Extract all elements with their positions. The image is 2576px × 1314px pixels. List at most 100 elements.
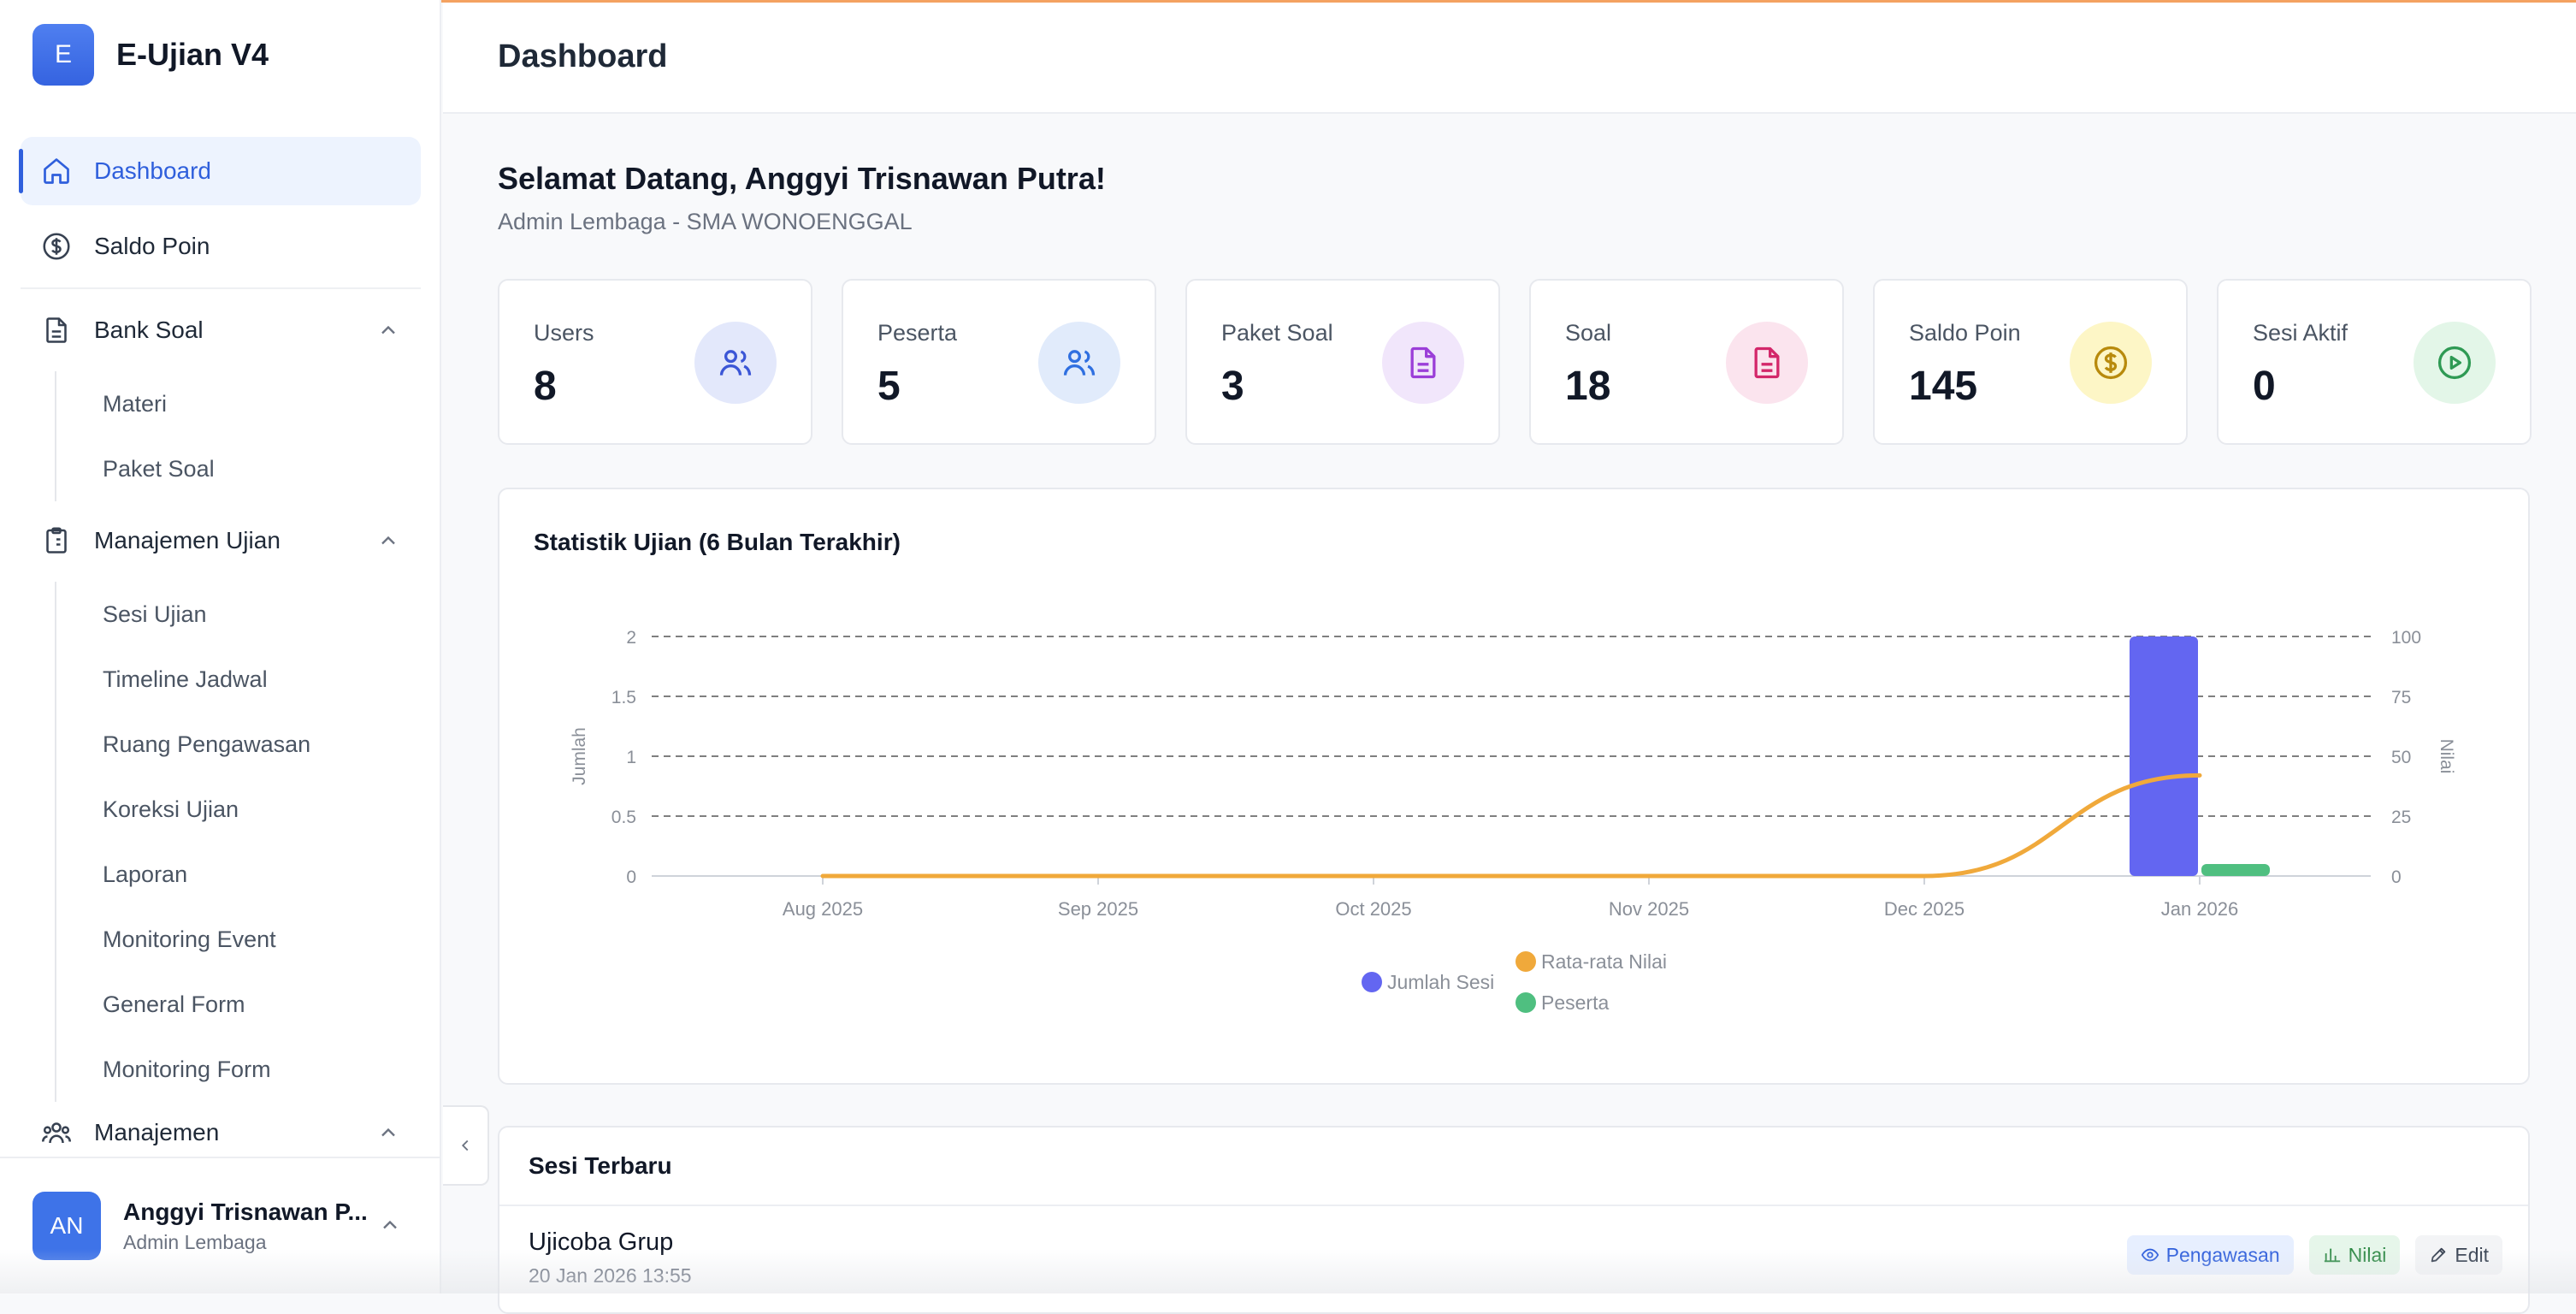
sidebar-item-paket-soal[interactable]: Paket Soal <box>56 436 441 501</box>
sidebar-item-manajemen-ujian[interactable]: Manajemen Ujian <box>21 506 421 575</box>
stat-value: 3 <box>1221 364 1244 409</box>
nilai-button[interactable]: Nilai <box>2308 1235 2401 1275</box>
recent-sessions-card: Sesi Terbaru Ujicoba Grup 20 Jan 2026 13… <box>498 1126 2530 1314</box>
legend-label-rata-rata-nilai: Rata-rata Nilai <box>1541 950 1667 973</box>
sidebar-item-general-form[interactable]: General Form <box>56 972 441 1037</box>
sidebar-item-koreksi-ujian[interactable]: Koreksi Ujian <box>56 777 441 842</box>
sidebar-item-label: Dashboard <box>94 157 211 184</box>
stat-card-sesi-aktif[interactable]: Sesi Aktif 0 <box>2217 279 2532 445</box>
bar-chart-icon <box>2324 1248 2340 1263</box>
sidebar-item-ruang-pengawasan[interactable]: Ruang Pengawasan <box>56 712 441 777</box>
dollar-circle-icon <box>43 233 70 260</box>
legend-label-jumlah-sesi: Jumlah Sesi <box>1387 971 1494 993</box>
recent-sessions-title: Sesi Terbaru <box>499 1128 2528 1206</box>
y-tick-label-left: 1.5 <box>612 688 636 707</box>
legend-marker-rata-rata-nilai <box>1515 951 1536 972</box>
sidebar-item-laporan[interactable]: Laporan <box>56 842 441 907</box>
brand[interactable]: E E-Ujian V4 <box>32 24 269 86</box>
stat-card-saldo-poin[interactable]: Saldo Poin 145 <box>1873 279 2188 445</box>
sidebar-item-dashboard[interactable]: Dashboard <box>19 137 421 205</box>
y-axis-title-left: Jumlah <box>570 727 589 785</box>
eye-icon <box>2141 1248 2159 1262</box>
stat-label: Users <box>534 320 594 346</box>
stats-row: Users 8 Peserta 5 Paket Soal 3 Soal 18 S… <box>498 279 2532 445</box>
submenu-manajemen-ujian: Sesi Ujian Timeline Jadwal Ruang Pengawa… <box>55 582 441 1102</box>
chevron-left-icon <box>461 1139 469 1151</box>
y-tick-label-right: 75 <box>2391 688 2411 707</box>
dollar-circle-icon <box>2070 322 2152 404</box>
sidebar-nav: Dashboard Saldo Poin Bank Soal Materi Pa… <box>0 137 441 1167</box>
file-text-icon <box>1726 322 1808 404</box>
y-tick-label-left: 1 <box>626 748 636 767</box>
stat-card-users[interactable]: Users 8 <box>498 279 812 445</box>
chevron-up-icon[interactable] <box>376 529 400 553</box>
sidebar-item-label: Bank Soal <box>94 317 204 343</box>
x-tick-label: Dec 2025 <box>1884 898 1964 920</box>
file-text-icon <box>1382 322 1464 404</box>
x-tick-label: Jan 2026 <box>2161 898 2239 920</box>
y-axis-title-right: Nilai <box>2437 739 2456 774</box>
pengawasan-button[interactable]: Pengawasan <box>2126 1235 2294 1275</box>
welcome-heading: Selamat Datang, Anggyi Trisnawan Putra! <box>498 161 1106 196</box>
stat-label: Peserta <box>877 320 958 346</box>
button-label: Edit <box>2455 1243 2489 1266</box>
stat-value: 0 <box>2253 364 2276 409</box>
sidebar-item-sesi-ujian[interactable]: Sesi Ujian <box>56 582 441 647</box>
stat-card-peserta[interactable]: Peserta 5 <box>842 279 1156 445</box>
page-title: Dashboard <box>498 38 668 74</box>
welcome-subtitle: Admin Lembaga - SMA WONOENGGAL <box>498 209 913 234</box>
button-label: Nilai <box>2348 1243 2387 1266</box>
edit-button[interactable]: Edit <box>2415 1235 2502 1275</box>
y-tick-label-left: 0.5 <box>612 808 636 827</box>
y-tick-label-right: 100 <box>2391 628 2421 648</box>
stat-label: Saldo Poin <box>1909 320 2021 346</box>
users-icon <box>1038 322 1120 404</box>
chart-card: Statistik Ujian (6 Bulan Terakhir) 0 0.5 1… <box>498 488 2530 1085</box>
sidebar-item-monitoring-event[interactable]: Monitoring Event <box>56 907 441 972</box>
session-name: Ujicoba Grup <box>529 1228 674 1256</box>
stat-label: Paket Soal <box>1221 320 1333 346</box>
stat-label: Soal <box>1565 320 1612 346</box>
legend-marker-jumlah-sesi <box>1362 972 1382 992</box>
divider <box>21 287 421 289</box>
y-tick-label-left: 0 <box>626 867 636 887</box>
clipboard-icon <box>46 527 67 553</box>
app-name: E-Ujian V4 <box>116 37 269 72</box>
button-label: Pengawasan <box>2165 1243 2280 1266</box>
sidebar-item-bank-soal[interactable]: Bank Soal <box>21 296 421 364</box>
user-profile[interactable]: AN Anggyi Trisnawan P... Admin Lembaga <box>0 1157 440 1293</box>
sidebar-item-label: Manajemen <box>94 1119 220 1145</box>
stat-value: 18 <box>1565 364 1611 409</box>
stat-value: 8 <box>534 364 557 409</box>
sidebar-item-manajemen[interactable]: Manajemen <box>21 1105 421 1160</box>
bar-peserta <box>2201 864 2270 876</box>
stat-label: Sesi Aktif <box>2253 320 2349 346</box>
users-group-icon <box>41 1122 72 1144</box>
user-role: Admin Lembaga <box>123 1230 267 1253</box>
users-icon <box>694 322 777 404</box>
sidebar-item-monitoring-form[interactable]: Monitoring Form <box>56 1037 441 1102</box>
sidebar-item-materi[interactable]: Materi <box>56 371 441 436</box>
stat-card-paket-soal[interactable]: Paket Soal 3 <box>1185 279 1500 445</box>
sidebar-item-timeline-jadwal[interactable]: Timeline Jadwal <box>56 647 441 712</box>
x-tick-label: Sep 2025 <box>1058 898 1138 920</box>
chevron-up-icon[interactable] <box>378 1213 402 1237</box>
x-tick-label: Nov 2025 <box>1609 898 1689 920</box>
bar-jumlah-sesi <box>2130 636 2198 876</box>
top-header: Dashboard <box>443 3 2576 114</box>
session-date: 20 Jan 2026 13:55 <box>529 1264 692 1287</box>
app-logo: E <box>32 24 94 86</box>
table-row[interactable]: Ujicoba Grup 20 Jan 2026 13:55 Pengawasa… <box>499 1206 2528 1292</box>
chevron-up-icon[interactable] <box>376 318 400 342</box>
user-name: Anggyi Trisnawan P... <box>123 1198 368 1225</box>
y-tick-label-right: 25 <box>2391 808 2411 827</box>
sidebar-item-saldo-poin[interactable]: Saldo Poin <box>21 212 421 281</box>
stat-card-soal[interactable]: Soal 18 <box>1529 279 1844 445</box>
chevron-up-icon[interactable] <box>376 1121 400 1145</box>
legend-label-peserta: Peserta <box>1541 991 1609 1014</box>
play-circle-icon <box>2414 322 2496 404</box>
row-actions: Pengawasan Nilai Edit <box>2126 1235 2502 1275</box>
collapse-sidebar-button[interactable] <box>443 1105 489 1186</box>
document-icon <box>46 317 67 343</box>
submenu-bank-soal: Materi Paket Soal <box>55 371 441 501</box>
